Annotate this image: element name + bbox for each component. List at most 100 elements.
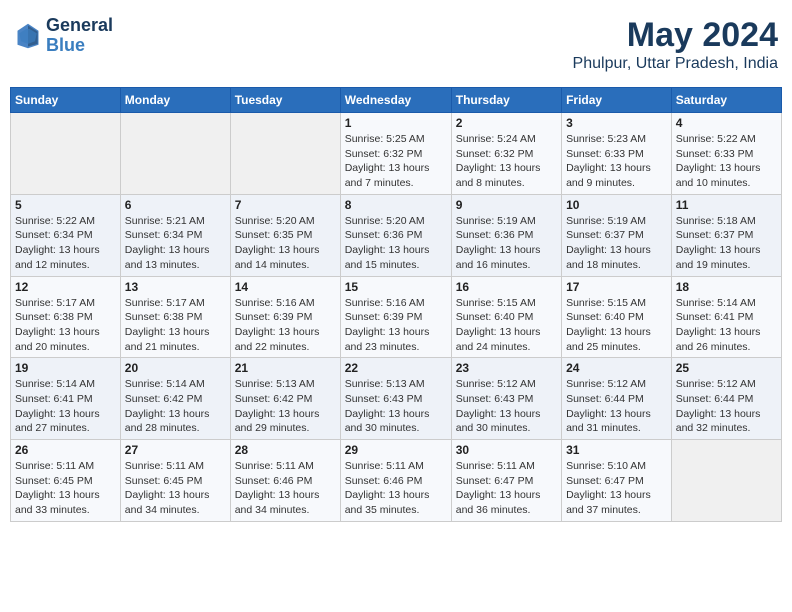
day-number: 5 xyxy=(15,198,116,212)
calendar-table: SundayMondayTuesdayWednesdayThursdayFrid… xyxy=(10,87,782,522)
calendar-cell: 12Sunrise: 5:17 AM Sunset: 6:38 PM Dayli… xyxy=(11,276,121,358)
day-info: Sunrise: 5:12 AM Sunset: 6:43 PM Dayligh… xyxy=(456,377,557,436)
day-info: Sunrise: 5:21 AM Sunset: 6:34 PM Dayligh… xyxy=(125,214,226,273)
day-number: 31 xyxy=(566,443,667,457)
calendar-cell xyxy=(120,113,230,195)
day-number: 18 xyxy=(676,280,777,294)
day-number: 4 xyxy=(676,116,777,130)
day-number: 12 xyxy=(15,280,116,294)
day-number: 13 xyxy=(125,280,226,294)
calendar-week-row: 12Sunrise: 5:17 AM Sunset: 6:38 PM Dayli… xyxy=(11,276,782,358)
logo: General Blue xyxy=(14,16,113,56)
calendar-cell xyxy=(230,113,340,195)
day-info: Sunrise: 5:14 AM Sunset: 6:42 PM Dayligh… xyxy=(125,377,226,436)
calendar-cell: 16Sunrise: 5:15 AM Sunset: 6:40 PM Dayli… xyxy=(451,276,561,358)
day-info: Sunrise: 5:11 AM Sunset: 6:46 PM Dayligh… xyxy=(345,459,447,518)
calendar-cell: 31 Sunrise: 5:10 AM Sunset: 6:47 PM Dayli… xyxy=(562,440,672,522)
calendar-cell: 8 Sunrise: 5:20 AM Sunset: 6:36 PM Daylig… xyxy=(340,194,451,276)
day-number: 6 xyxy=(125,198,226,212)
day-info: Sunrise: 5:14 AM Sunset: 6:41 PM Dayligh… xyxy=(676,296,777,355)
day-info: Sunrise: 5:15 AM Sunset: 6:40 PM Dayligh… xyxy=(566,296,667,355)
logo-icon xyxy=(14,22,42,50)
day-number: 23 xyxy=(456,361,557,375)
day-info: Sunrise: 5:18 AM Sunset: 6:37 PM Dayligh… xyxy=(676,214,777,273)
calendar-cell: 30Sunrise: 5:11 AM Sunset: 6:47 PM Dayli… xyxy=(451,440,561,522)
day-of-week-header: Friday xyxy=(562,88,672,113)
day-number: 21 xyxy=(235,361,336,375)
day-number: 2 xyxy=(456,116,557,130)
day-info: Sunrise: 5:11 AM Sunset: 6:45 PM Dayligh… xyxy=(125,459,226,518)
calendar-cell xyxy=(671,440,781,522)
day-number: 10 xyxy=(566,198,667,212)
day-number: 17 xyxy=(566,280,667,294)
day-of-week-header: Monday xyxy=(120,88,230,113)
page-header: General Blue May 2024 Phulpur, Uttar Pra… xyxy=(10,10,782,79)
calendar-cell: 13Sunrise: 5:17 AM Sunset: 6:38 PM Dayli… xyxy=(120,276,230,358)
calendar-cell: 2 Sunrise: 5:24 AM Sunset: 6:32 PM Daylig… xyxy=(451,113,561,195)
logo-text: General Blue xyxy=(46,16,113,56)
day-info: Sunrise: 5:11 AM Sunset: 6:46 PM Dayligh… xyxy=(235,459,336,518)
day-number: 26 xyxy=(15,443,116,457)
calendar-week-row: 5 Sunrise: 5:22 AM Sunset: 6:34 PM Daylig… xyxy=(11,194,782,276)
day-info: Sunrise: 5:14 AM Sunset: 6:41 PM Dayligh… xyxy=(15,377,116,436)
calendar-cell: 15 Sunrise: 5:16 AM Sunset: 6:39 PM Dayli… xyxy=(340,276,451,358)
day-info: Sunrise: 5:16 AM Sunset: 6:39 PM Dayligh… xyxy=(345,296,447,355)
day-number: 27 xyxy=(125,443,226,457)
day-number: 14 xyxy=(235,280,336,294)
calendar-week-row: 19 Sunrise: 5:14 AM Sunset: 6:41 PM Dayli… xyxy=(11,358,782,440)
day-number: 11 xyxy=(676,198,777,212)
day-info: Sunrise: 5:13 AM Sunset: 6:43 PM Dayligh… xyxy=(345,377,447,436)
calendar-week-row: 26 Sunrise: 5:11 AM Sunset: 6:45 PM Dayli… xyxy=(11,440,782,522)
day-number: 25 xyxy=(676,361,777,375)
calendar-cell: 4 Sunrise: 5:22 AM Sunset: 6:33 PM Daylig… xyxy=(671,113,781,195)
day-info: Sunrise: 5:22 AM Sunset: 6:33 PM Dayligh… xyxy=(676,132,777,191)
calendar-cell: 21Sunrise: 5:13 AM Sunset: 6:42 PM Dayli… xyxy=(230,358,340,440)
day-number: 28 xyxy=(235,443,336,457)
day-info: Sunrise: 5:19 AM Sunset: 6:36 PM Dayligh… xyxy=(456,214,557,273)
day-info: Sunrise: 5:23 AM Sunset: 6:33 PM Dayligh… xyxy=(566,132,667,191)
calendar-week-row: 1Sunrise: 5:25 AM Sunset: 6:32 PM Daylig… xyxy=(11,113,782,195)
day-number: 8 xyxy=(345,198,447,212)
calendar-cell: 9 Sunrise: 5:19 AM Sunset: 6:36 PM Daylig… xyxy=(451,194,561,276)
calendar-cell: 25Sunrise: 5:12 AM Sunset: 6:44 PM Dayli… xyxy=(671,358,781,440)
day-info: Sunrise: 5:22 AM Sunset: 6:34 PM Dayligh… xyxy=(15,214,116,273)
day-number: 15 xyxy=(345,280,447,294)
day-of-week-header: Wednesday xyxy=(340,88,451,113)
day-info: Sunrise: 5:10 AM Sunset: 6:47 PM Dayligh… xyxy=(566,459,667,518)
day-number: 24 xyxy=(566,361,667,375)
calendar-cell: 23 Sunrise: 5:12 AM Sunset: 6:43 PM Dayli… xyxy=(451,358,561,440)
calendar-cell: 6 Sunrise: 5:21 AM Sunset: 6:34 PM Daylig… xyxy=(120,194,230,276)
day-of-week-header: Thursday xyxy=(451,88,561,113)
day-info: Sunrise: 5:20 AM Sunset: 6:36 PM Dayligh… xyxy=(345,214,447,273)
calendar-cell: 14 Sunrise: 5:16 AM Sunset: 6:39 PM Dayli… xyxy=(230,276,340,358)
calendar-cell: 3Sunrise: 5:23 AM Sunset: 6:33 PM Daylig… xyxy=(562,113,672,195)
main-title: May 2024 xyxy=(573,16,778,55)
day-info: Sunrise: 5:19 AM Sunset: 6:37 PM Dayligh… xyxy=(566,214,667,273)
calendar-cell: 10 Sunrise: 5:19 AM Sunset: 6:37 PM Dayli… xyxy=(562,194,672,276)
day-number: 30 xyxy=(456,443,557,457)
calendar-cell: 7Sunrise: 5:20 AM Sunset: 6:35 PM Daylig… xyxy=(230,194,340,276)
calendar-cell: 28 Sunrise: 5:11 AM Sunset: 6:46 PM Dayli… xyxy=(230,440,340,522)
day-info: Sunrise: 5:12 AM Sunset: 6:44 PM Dayligh… xyxy=(566,377,667,436)
calendar-cell: 27 Sunrise: 5:11 AM Sunset: 6:45 PM Dayli… xyxy=(120,440,230,522)
day-number: 9 xyxy=(456,198,557,212)
calendar-header-row: SundayMondayTuesdayWednesdayThursdayFrid… xyxy=(11,88,782,113)
day-number: 29 xyxy=(345,443,447,457)
day-number: 16 xyxy=(456,280,557,294)
day-of-week-header: Saturday xyxy=(671,88,781,113)
calendar-cell: 11 Sunrise: 5:18 AM Sunset: 6:37 PM Dayli… xyxy=(671,194,781,276)
calendar-cell xyxy=(11,113,121,195)
day-info: Sunrise: 5:16 AM Sunset: 6:39 PM Dayligh… xyxy=(235,296,336,355)
day-number: 19 xyxy=(15,361,116,375)
day-of-week-header: Tuesday xyxy=(230,88,340,113)
calendar-cell: 26Sunrise: 5:11 AM Sunset: 6:45 PM Dayli… xyxy=(11,440,121,522)
location-subtitle: Phulpur, Uttar Pradesh, India xyxy=(573,55,778,73)
day-info: Sunrise: 5:20 AM Sunset: 6:35 PM Dayligh… xyxy=(235,214,336,273)
calendar-cell: 29 Sunrise: 5:11 AM Sunset: 6:46 PM Dayli… xyxy=(340,440,451,522)
calendar-cell: 20Sunrise: 5:14 AM Sunset: 6:42 PM Dayli… xyxy=(120,358,230,440)
day-number: 1 xyxy=(345,116,447,130)
calendar-cell: 22 Sunrise: 5:13 AM Sunset: 6:43 PM Dayli… xyxy=(340,358,451,440)
day-number: 22 xyxy=(345,361,447,375)
calendar-cell: 19 Sunrise: 5:14 AM Sunset: 6:41 PM Dayli… xyxy=(11,358,121,440)
day-info: Sunrise: 5:24 AM Sunset: 6:32 PM Dayligh… xyxy=(456,132,557,191)
